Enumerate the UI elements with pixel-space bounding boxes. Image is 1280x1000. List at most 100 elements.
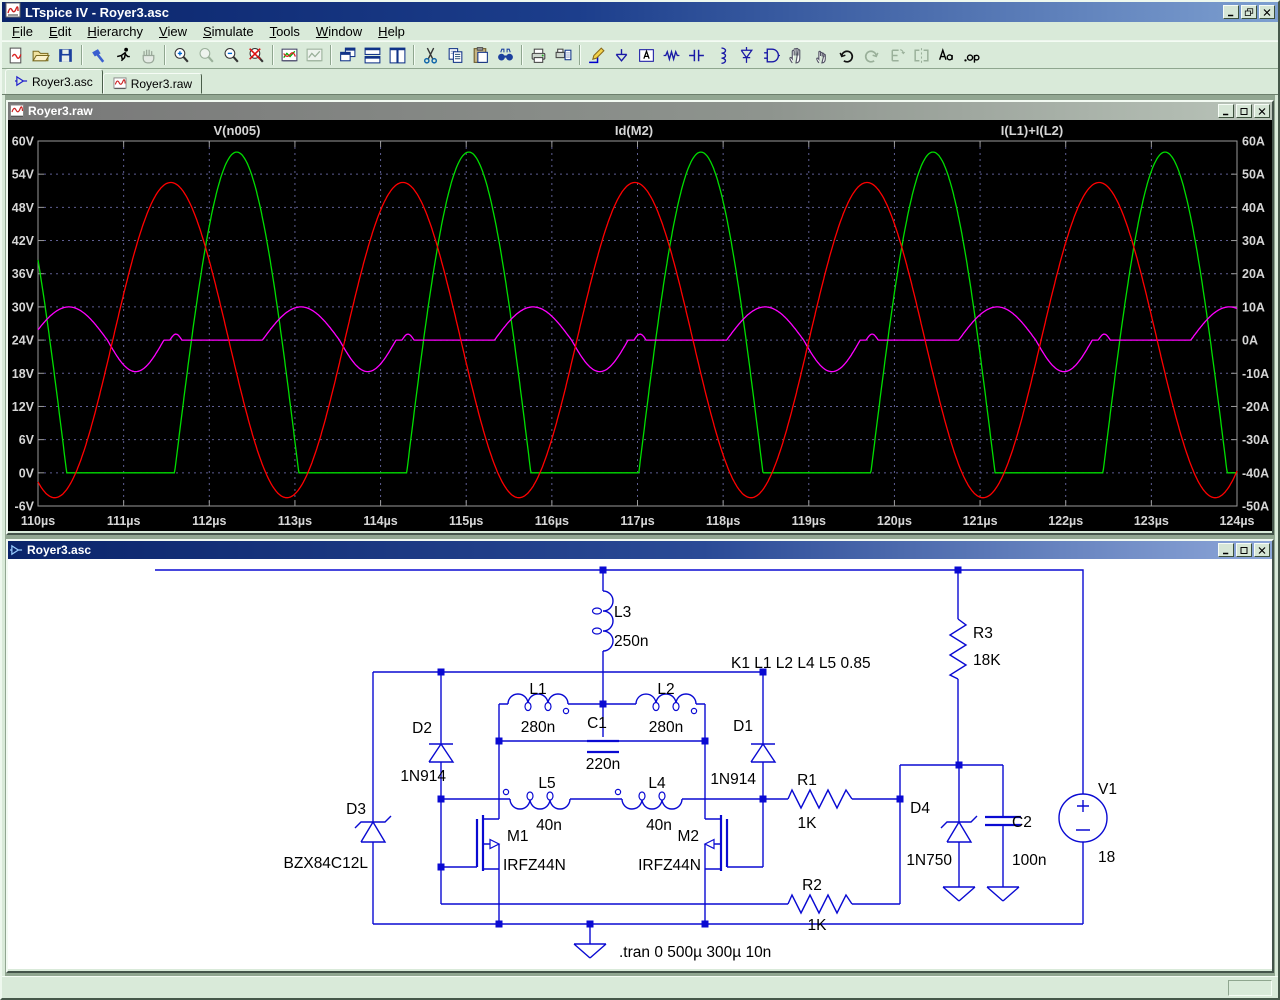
print-icon[interactable]: [526, 44, 551, 67]
L5-loop: [547, 792, 553, 800]
component-icon[interactable]: [759, 44, 784, 67]
label-M2-value: IRFZ44N: [638, 857, 701, 874]
open-file-icon[interactable]: [28, 44, 53, 67]
minimize-button[interactable]: [1223, 5, 1239, 19]
cut-icon[interactable]: [418, 44, 443, 67]
menu-help[interactable]: Help: [370, 22, 413, 41]
waveform-plot-canvas[interactable]: 110µs111µs112µs113µs114µs115µs116µs117µs…: [8, 120, 1272, 531]
resistor-R2-symbol[interactable]: [788, 895, 852, 913]
tab-label: Royer3.asc: [32, 75, 93, 89]
resistor-icon[interactable]: [659, 44, 684, 67]
label-D2-value: 1N914: [400, 768, 446, 785]
y-right-tick-label: 10A: [1242, 300, 1265, 314]
move-icon[interactable]: [784, 44, 809, 67]
wire-icon[interactable]: [584, 44, 609, 67]
zoom-full-extents-icon[interactable]: [244, 44, 269, 67]
resistor-R3-symbol[interactable]: [950, 619, 966, 679]
ground-icon[interactable]: [609, 44, 634, 67]
spice-directive-icon[interactable]: [959, 44, 984, 67]
nmos-M2-symbol[interactable]: [705, 815, 727, 871]
schematic-close-button[interactable]: [1254, 543, 1270, 557]
label-M1-name: M1: [507, 828, 529, 845]
x-tick-label: 122µs: [1048, 514, 1083, 528]
tile-horizontal-icon[interactable]: [360, 44, 385, 67]
schematic-minimize-button[interactable]: [1218, 543, 1234, 557]
capacitor-icon[interactable]: [684, 44, 709, 67]
y-right-tick-label: -10A: [1242, 367, 1269, 381]
menu-tools[interactable]: Tools: [262, 22, 308, 41]
label-M1-value: IRFZ44N: [503, 857, 566, 874]
label-tran-directive: .tran 0 500µ 300µ 10n: [619, 944, 771, 961]
text-icon[interactable]: [934, 44, 959, 67]
menu-simulate[interactable]: Simulate: [195, 22, 262, 41]
menu-file[interactable]: File: [4, 22, 41, 41]
copy-icon[interactable]: [443, 44, 468, 67]
tile-vertical-icon[interactable]: [385, 44, 410, 67]
waveform-close-button[interactable]: [1254, 104, 1270, 118]
net-label-icon[interactable]: [634, 44, 659, 67]
restore-button[interactable]: [1241, 5, 1257, 19]
waveform-minimize-button[interactable]: [1218, 104, 1234, 118]
print-preview-icon[interactable]: [551, 44, 576, 67]
halt-icon[interactable]: [136, 44, 161, 67]
inductor-L5-symbol[interactable]: [510, 799, 570, 809]
mirror-icon[interactable]: [909, 44, 934, 67]
menu-edit[interactable]: Edit: [41, 22, 79, 41]
y-left-tick-label: 6V: [19, 433, 35, 447]
redo-icon[interactable]: [859, 44, 884, 67]
diode-icon[interactable]: [734, 44, 759, 67]
plot-pane-icon[interactable]: [302, 44, 327, 67]
resistor-R1-symbol[interactable]: [788, 790, 852, 808]
undo-icon[interactable]: [834, 44, 859, 67]
schematic-maximize-button[interactable]: [1236, 543, 1252, 557]
drag-icon[interactable]: [809, 44, 834, 67]
status-bar: [2, 976, 1278, 998]
zoom-in-icon[interactable]: [169, 44, 194, 67]
y-right-tick-label: 30A: [1242, 234, 1265, 248]
label-C1-name: C1: [587, 715, 607, 732]
menu-window[interactable]: Window: [308, 22, 370, 41]
legend-V(n005)[interactable]: V(n005): [214, 123, 261, 138]
run-icon[interactable]: [111, 44, 136, 67]
label-L1-name: L1: [529, 681, 546, 698]
app-title: LTspice IV - Royer3.asc: [25, 5, 1221, 20]
inductor-L4-symbol[interactable]: [622, 799, 682, 809]
waveform-window-title: Royer3.raw: [28, 104, 93, 118]
capacitor-C1-symbol[interactable]: [587, 741, 619, 752]
zoom-out-icon[interactable]: [219, 44, 244, 67]
save-icon[interactable]: [53, 44, 78, 67]
control-panel-icon[interactable]: [86, 44, 111, 67]
paste-icon[interactable]: [468, 44, 493, 67]
legend-Id(M2)[interactable]: Id(M2): [615, 123, 653, 138]
waveform-tab-icon: [113, 77, 127, 90]
cascade-windows-icon[interactable]: [335, 44, 360, 67]
autorange-icon[interactable]: [277, 44, 302, 67]
label-M2-name: M2: [677, 828, 699, 845]
waveform-maximize-button[interactable]: [1236, 104, 1252, 118]
inductor-L3-symbol[interactable]: [603, 591, 613, 651]
L5-loop: [527, 792, 533, 800]
find-icon[interactable]: [493, 44, 518, 67]
y-left-tick-label: 0V: [19, 466, 35, 480]
diode-D1-symbol[interactable]: [751, 744, 775, 762]
diode-D2-symbol[interactable]: [429, 744, 453, 762]
label-coupling-directive: K1 L1 L2 L4 L5 0.85: [731, 655, 871, 672]
ground-symbol-d4: [943, 887, 975, 901]
L3-loop: [593, 628, 602, 634]
tab-royer3-asc[interactable]: Royer3.asc: [5, 69, 103, 94]
close-button[interactable]: [1259, 5, 1275, 19]
menu-hierarchy[interactable]: Hierarchy: [79, 22, 151, 41]
label-L2-value: 280n: [649, 719, 683, 736]
inductor-icon[interactable]: [709, 44, 734, 67]
new-schematic-icon[interactable]: [3, 44, 28, 67]
schematic-canvas[interactable]: L3 250n R3 18K K1 L1 L2 L4 L5 0.85 L1 28…: [8, 559, 1272, 969]
menu-view[interactable]: View: [151, 22, 195, 41]
voltage-source-V1-symbol[interactable]: [1059, 794, 1107, 842]
ltspice-app-window: LTspice IV - Royer3.asc File Edit Hierar…: [0, 0, 1280, 1000]
tab-royer3-raw[interactable]: Royer3.raw: [103, 73, 202, 94]
label-L5-name: L5: [538, 775, 555, 792]
zoom-back-icon[interactable]: [194, 44, 219, 67]
legend-I(L1)+I(L2)[interactable]: I(L1)+I(L2): [1001, 123, 1063, 138]
rotate-icon[interactable]: [884, 44, 909, 67]
nmos-M1-symbol[interactable]: [477, 815, 499, 871]
